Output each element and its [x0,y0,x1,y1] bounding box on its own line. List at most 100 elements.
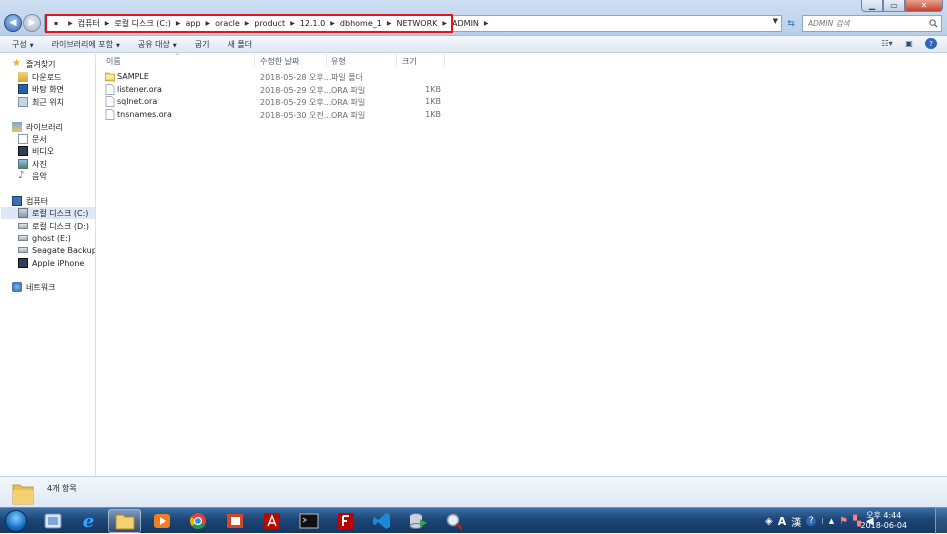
nav-desktop[interactable]: 바탕 화면 [18,83,64,95]
column-header-name[interactable]: 이름 [106,56,121,67]
new-folder-button[interactable]: 새 폴더 [227,39,252,50]
nav-computer[interactable]: 컴퓨터 [12,195,48,207]
nav-libraries[interactable]: 라이브러리 [12,121,63,133]
taskbar-app[interactable] [145,509,178,533]
nav-network[interactable]: 네트워크 [12,281,55,293]
breadcrumb-separator-icon[interactable]: ▶ [68,20,73,27]
taskbar-app[interactable] [401,509,434,533]
ppt-icon [226,514,243,528]
action-center-icon[interactable]: ⚑ [839,516,848,527]
burn-button[interactable]: 굽기 [195,39,210,50]
file-row[interactable]: SAMPLE 2018-05-28 오후... 파일 폴더 [97,71,947,83]
breadcrumb-network[interactable]: NETWORK [396,19,437,28]
file-row[interactable]: sqlnet.ora 2018-05-29 오후... ORA 파일 1KB [97,96,947,108]
nav-drive-c[interactable]: 로컬 디스크 (C:) [1,207,95,219]
nav-drive-d[interactable]: 로컬 디스크 (D:) [18,220,89,232]
nav-pictures[interactable]: 사진 [18,158,47,170]
clock-date: 2018-06-04 [860,521,908,530]
breadcrumb-computer[interactable]: 컴퓨터 [78,18,100,29]
breadcrumb-separator-icon[interactable]: ▶ [290,20,295,27]
nav-documents[interactable]: 문서 [18,133,47,145]
breadcrumb-separator-icon[interactable]: ▶ [245,20,250,27]
nav-apple-iphone[interactable]: Apple iPhone [18,257,84,269]
column-divider[interactable] [254,54,255,67]
column-divider[interactable] [444,54,445,67]
breadcrumb-separator-icon[interactable]: ▶ [176,20,181,27]
computer-icon [12,196,22,206]
show-hidden-icons-icon[interactable]: ▲ [829,517,834,525]
forward-button[interactable]: ▶ [23,14,41,32]
breadcrumb-separator-icon[interactable]: ▶ [387,20,392,27]
nav-music[interactable]: ♪ 음악 [18,170,47,182]
close-button[interactable]: ✕ [905,0,943,12]
taskbar-app[interactable] [438,509,471,533]
column-header-size[interactable]: 크기 [402,56,417,67]
minimize-button[interactable]: ▁ [861,0,883,12]
maximize-button[interactable]: ▭ [883,0,905,12]
clock[interactable]: 오후 4:44 2018-06-04 [861,511,908,531]
ime-help-icon[interactable]: ? [806,516,817,526]
nav-favorites[interactable]: ★ 즐겨찾기 [12,58,55,70]
nav-music-label: 음악 [32,171,47,181]
taskbar-app[interactable] [181,509,214,533]
taskbar-app[interactable] [329,509,362,533]
refresh-button[interactable]: ⇆ [784,16,798,31]
address-bar[interactable]: ▪ ▶ 컴퓨터 ▶ 로컬 디스크 (C:) ▶ app ▶ oracle ▶ p… [44,15,782,32]
column-header-date[interactable]: 수정한 날짜 [260,56,299,67]
column-divider[interactable] [396,54,397,67]
preview-pane-icon[interactable]: ▣ [903,38,915,49]
breadcrumb-separator-icon[interactable]: ▶ [330,20,335,27]
taskbar-app[interactable] [36,509,69,533]
start-button[interactable] [2,508,30,534]
back-button[interactable]: ◀ [4,14,22,32]
taskbar-app[interactable]: e [72,509,105,533]
nav-pictures-label: 사진 [32,159,47,169]
show-desktop-button[interactable] [935,508,947,534]
nav-seagate-drive[interactable]: Seagate Backup Plu [18,244,95,256]
file-icon [105,96,115,107]
breadcrumb-app[interactable]: app [185,19,200,28]
nav-drive-e[interactable]: ghost (E:) [18,232,71,244]
nav-recent-places[interactable]: 최근 위치 [18,96,64,108]
breadcrumb-separator-icon[interactable]: ▶ [484,20,489,27]
language-bar-icon[interactable]: ◈ [765,516,773,527]
breadcrumb-drive-c[interactable]: 로컬 디스크 (C:) [114,18,170,29]
breadcrumb-separator-icon[interactable]: ▶ [105,20,110,27]
organize-menu[interactable]: 구성 ▼ [12,39,34,50]
file-row[interactable]: listener.ora 2018-05-29 오후... ORA 파일 1KB [97,84,947,96]
file-row[interactable]: tnsnames.ora 2018-05-30 오전... ORA 파일 1KB [97,109,947,121]
taskbar-app[interactable] [365,509,398,533]
include-in-library-menu[interactable]: 라이브러리에 포함 ▼ [52,39,120,50]
taskbar-app[interactable] [292,509,325,533]
search-box[interactable] [802,15,942,32]
breadcrumb-dbhome[interactable]: dbhome_1 [340,19,382,28]
help-icon[interactable]: ? [925,38,937,49]
ime-mode-indicator[interactable]: A [778,515,787,528]
nav-downloads[interactable]: 다운로드 [18,71,61,83]
visual-studio-code-icon [372,513,390,529]
hanja-indicator[interactable]: 漢 [791,514,801,529]
breadcrumb-product[interactable]: product [254,19,285,28]
taskbar-app[interactable] [108,509,141,533]
column-header-row: ^ 이름 수정한 날짜 유형 크기 [97,53,947,67]
address-history-dropdown-icon[interactable]: ▼ [773,17,778,25]
change-view-icon[interactable]: ☷▾ [881,38,893,49]
nav-videos[interactable]: 비디오 [18,145,54,157]
search-icon[interactable] [929,19,938,28]
ime-options-icon[interactable]: ⁝ [821,517,824,526]
search-input[interactable] [808,19,926,28]
taskbar-app[interactable] [218,509,251,533]
share-with-menu[interactable]: 공유 대상 ▼ [138,39,177,50]
column-header-type[interactable]: 유형 [331,56,346,67]
libraries-icon [12,122,22,132]
breadcrumb-separator-icon[interactable]: ▶ [442,20,447,27]
column-divider[interactable] [326,54,327,67]
internet-explorer-icon: e [82,510,95,532]
taskbar: e ◈ A 漢 ? ⁝ ▲ ⚑ ▚ ◀ 오후 4:44 2018-06-04 [0,507,947,534]
breadcrumb-admin[interactable]: ADMIN [452,19,479,28]
taskbar-app[interactable] [255,509,288,533]
file-type: ORA 파일 [331,98,366,107]
breadcrumb-separator-icon[interactable]: ▶ [206,20,211,27]
breadcrumb-oracle[interactable]: oracle [215,19,240,28]
breadcrumb-version[interactable]: 12.1.0 [300,19,325,28]
